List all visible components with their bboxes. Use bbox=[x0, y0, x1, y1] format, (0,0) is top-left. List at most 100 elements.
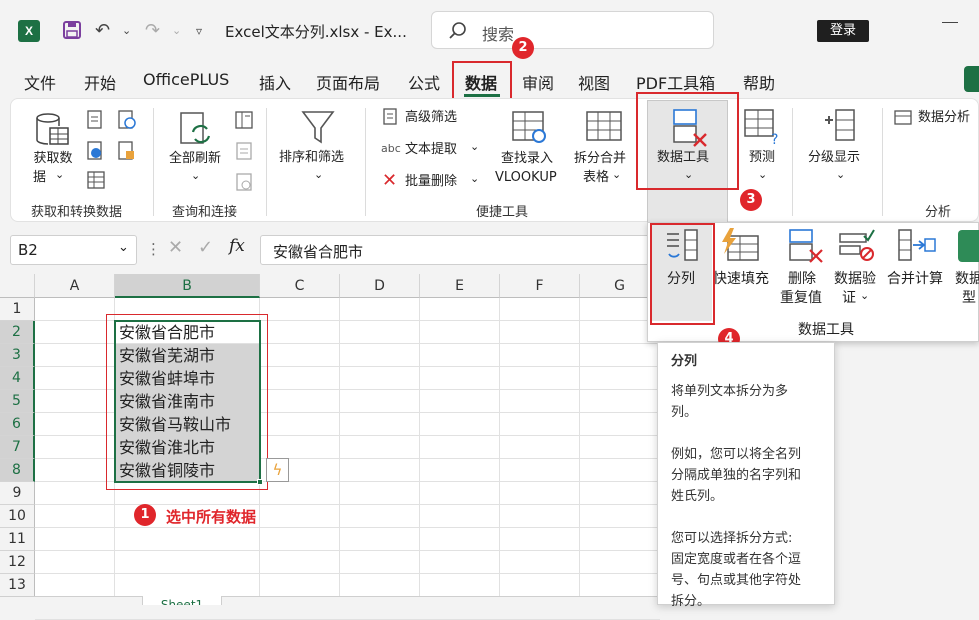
menu-pdf-tools[interactable]: PDF工具箱 bbox=[636, 70, 715, 94]
recent-sources-icon[interactable] bbox=[117, 110, 137, 134]
share-icon[interactable] bbox=[964, 66, 979, 92]
split-merge-button[interactable] bbox=[585, 108, 625, 152]
menu-officeplus[interactable]: OfficePLUS bbox=[143, 70, 229, 89]
lookup-button[interactable] bbox=[511, 108, 551, 152]
enter-icon[interactable]: ✓ bbox=[198, 237, 213, 258]
from-web-icon[interactable] bbox=[86, 141, 104, 165]
row-header[interactable]: 5 bbox=[0, 390, 35, 413]
redo-icon[interactable]: ↷ bbox=[145, 20, 160, 42]
filter-button[interactable] bbox=[300, 108, 336, 150]
chevron-down-icon: ⌄ bbox=[612, 168, 622, 181]
menu-file[interactable]: 文件 bbox=[24, 70, 56, 94]
worksheet-grid[interactable] bbox=[0, 274, 660, 605]
row-header[interactable]: 13 bbox=[0, 574, 35, 597]
row-header[interactable]: 6 bbox=[0, 413, 35, 436]
undo-dropdown-icon[interactable]: ⌄ bbox=[122, 20, 131, 42]
ribbon-separator bbox=[792, 108, 793, 216]
row-header[interactable]: 8 bbox=[0, 459, 35, 482]
row-header[interactable]: 9 bbox=[0, 482, 35, 505]
from-table-icon[interactable] bbox=[86, 170, 106, 194]
batch-delete-button[interactable]: 批量删除 bbox=[405, 173, 457, 191]
menu-view[interactable]: 视图 bbox=[578, 70, 610, 94]
insert-function-button[interactable]: fx bbox=[229, 236, 245, 256]
column-header-f[interactable]: F bbox=[500, 274, 580, 298]
column-header-a[interactable]: A bbox=[35, 274, 115, 298]
undo-icon[interactable]: ↶ bbox=[95, 20, 110, 42]
step-1-badge: 1 bbox=[134, 504, 156, 526]
text-extract-button[interactable]: 文本提取 bbox=[405, 141, 457, 159]
menu-help[interactable]: 帮助 bbox=[743, 70, 775, 94]
row-header[interactable]: 12 bbox=[0, 551, 35, 574]
outline-button[interactable] bbox=[822, 108, 858, 148]
batch-delete-icon: ✕ bbox=[382, 170, 398, 191]
column-header-e[interactable]: E bbox=[420, 274, 500, 298]
highlight-split-column bbox=[650, 223, 715, 325]
svg-text:?: ? bbox=[771, 132, 778, 148]
gridline-vertical bbox=[499, 298, 500, 596]
tooltip-line: 列。 bbox=[671, 405, 698, 420]
advanced-filter-button[interactable]: 高级筛选 bbox=[405, 109, 457, 127]
highlight-data-tools bbox=[636, 92, 739, 190]
properties-icon[interactable] bbox=[234, 141, 254, 165]
outline-icon bbox=[825, 109, 855, 141]
column-header-c[interactable]: C bbox=[260, 274, 340, 298]
forecast-icon: ? bbox=[744, 109, 778, 148]
text-extract-icon: abc bbox=[381, 142, 401, 155]
data-analysis-button[interactable]: 数据分析 bbox=[918, 109, 970, 127]
split-merge-label-1: 拆分合并 bbox=[574, 151, 627, 166]
cancel-icon[interactable]: ✕ bbox=[168, 237, 183, 258]
menu-formulas[interactable]: 公式 bbox=[408, 70, 440, 94]
group-queries-connections: 查询和连接 bbox=[172, 205, 238, 220]
data-validation-button[interactable]: 数据验 bbox=[834, 270, 876, 288]
search-box[interactable]: 搜索 bbox=[431, 11, 714, 49]
row-header[interactable]: 4 bbox=[0, 367, 35, 390]
remove-duplicates-button[interactable]: 删除 bbox=[788, 270, 816, 288]
customize-toolbar-icon[interactable]: ▿ bbox=[196, 20, 202, 42]
quick-analysis-icon[interactable]: ϟ bbox=[266, 458, 289, 482]
sheet-tab-sheet1[interactable]: Sheet1 bbox=[142, 596, 222, 605]
chevron-down-icon: ⌄ bbox=[758, 168, 768, 181]
menu-review[interactable]: 审阅 bbox=[522, 70, 554, 94]
consolidate-button[interactable]: 合并计算 bbox=[887, 270, 943, 288]
row-header[interactable]: 1 bbox=[0, 298, 35, 321]
menu-home[interactable]: 开始 bbox=[84, 70, 116, 94]
redo-dropdown-icon[interactable]: ⌄ bbox=[172, 20, 181, 42]
existing-connections-icon[interactable] bbox=[117, 141, 137, 165]
data-model-icon bbox=[958, 230, 979, 262]
tooltip-line: 姓氏列。 bbox=[671, 489, 724, 504]
chevron-down-icon: ⌄ bbox=[55, 168, 65, 181]
gridline-vertical bbox=[419, 298, 420, 596]
column-header-d[interactable]: D bbox=[340, 274, 420, 298]
flash-fill-icon bbox=[720, 228, 760, 268]
get-data-button[interactable] bbox=[32, 110, 72, 154]
data-model-button[interactable]: 数据 bbox=[955, 270, 979, 288]
tooltip-line: 固定宽度或者在各个逗 bbox=[671, 552, 802, 567]
more-options-icon[interactable]: ⋮ bbox=[146, 240, 161, 258]
row-header[interactable]: 11 bbox=[0, 528, 35, 551]
tooltip-line: 例如，您可以将全名列 bbox=[671, 447, 802, 462]
gridline-vertical bbox=[579, 298, 580, 596]
select-all-corner[interactable] bbox=[0, 274, 35, 298]
flash-fill-button[interactable]: 快速填充 bbox=[713, 270, 769, 288]
row-header[interactable]: 10 bbox=[0, 505, 35, 528]
menu-page-layout[interactable]: 页面布局 bbox=[316, 70, 380, 94]
column-header-b[interactable]: B bbox=[115, 274, 260, 298]
queries-icon[interactable] bbox=[234, 110, 254, 134]
funnel-icon bbox=[301, 111, 335, 144]
refresh-all-button[interactable] bbox=[175, 110, 215, 154]
advanced-filter-icon[interactable] bbox=[382, 108, 400, 130]
row-header[interactable]: 3 bbox=[0, 344, 35, 367]
formula-input[interactable]: 安徽省合肥市 bbox=[260, 235, 650, 265]
name-box[interactable]: B2 ⌄ bbox=[10, 235, 137, 265]
row-header[interactable]: 7 bbox=[0, 436, 35, 459]
edit-links-icon[interactable] bbox=[234, 172, 254, 196]
row-header[interactable]: 2 bbox=[0, 321, 35, 344]
save-icon[interactable] bbox=[62, 20, 82, 46]
search-icon bbox=[448, 21, 468, 45]
dropdown-group-label: 数据工具 bbox=[798, 322, 854, 338]
from-text-icon[interactable] bbox=[86, 110, 104, 134]
login-button[interactable]: 登录 bbox=[817, 20, 869, 42]
minimize-icon[interactable] bbox=[942, 22, 958, 34]
menu-insert[interactable]: 插入 bbox=[259, 70, 291, 94]
forecast-button[interactable]: ? bbox=[743, 108, 783, 152]
